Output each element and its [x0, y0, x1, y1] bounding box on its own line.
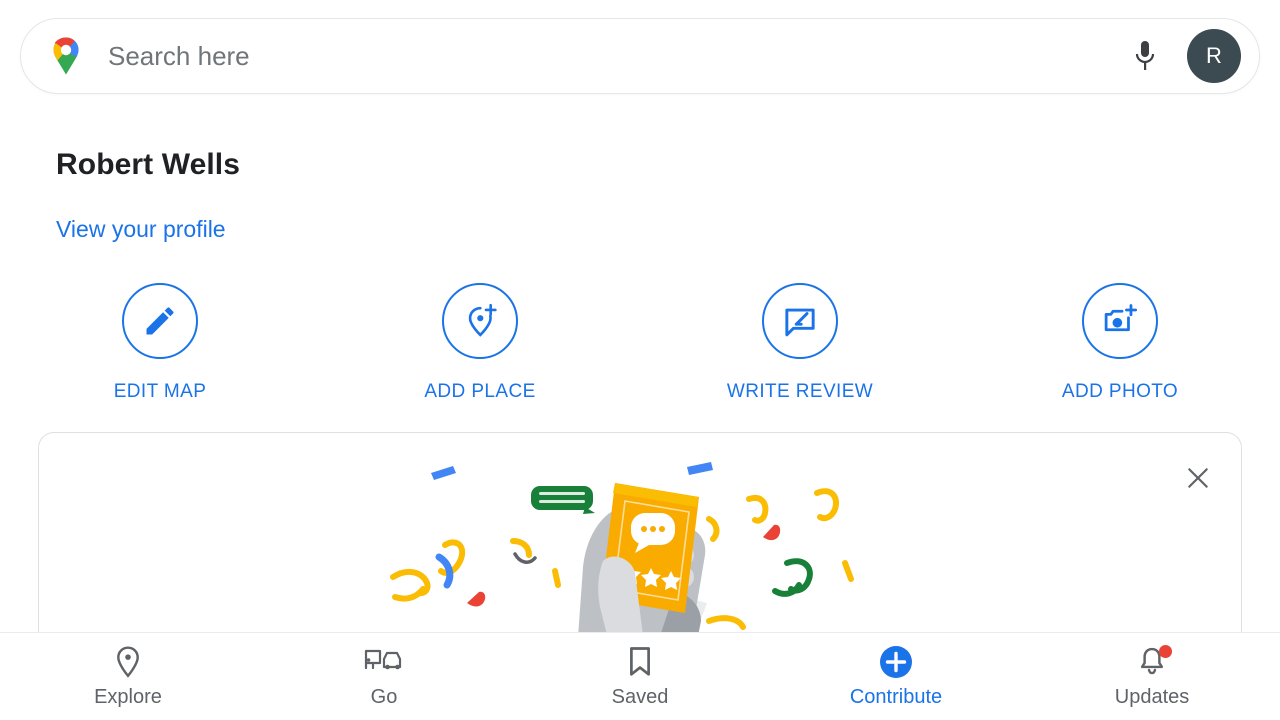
search-bar[interactable]: R	[20, 18, 1260, 94]
avatar[interactable]: R	[1187, 29, 1241, 83]
google-maps-contribute-screen: R Robert Wells View your profile EDIT MA…	[0, 0, 1280, 720]
nav-tab-explore[interactable]: Explore	[0, 633, 256, 720]
nav-tab-contribute[interactable]: Contribute	[768, 633, 1024, 720]
nav-label-explore: Explore	[94, 686, 162, 708]
view-profile-link[interactable]: View your profile	[56, 216, 226, 243]
updates-icon-wrap	[1137, 644, 1172, 680]
close-icon	[1188, 468, 1208, 488]
microphone-icon	[1135, 41, 1155, 70]
bookmark-icon	[630, 647, 650, 676]
edit-map-icon-circle	[122, 283, 198, 359]
review-bubble-icon	[785, 308, 815, 337]
add-place-pin-icon	[468, 303, 497, 337]
hand-holding-phone-review-confetti-illustration	[390, 462, 854, 651]
plus-circle-icon	[880, 646, 912, 678]
add-photo-icon-circle	[1082, 283, 1158, 359]
microphone-button[interactable]	[1125, 34, 1165, 78]
add-photo-button[interactable]: ADD PHOTO	[960, 283, 1280, 403]
updates-badge-dot	[1159, 645, 1172, 658]
page-title: Robert Wells	[56, 148, 241, 181]
add-place-icon-circle	[442, 283, 518, 359]
google-maps-pin-icon	[53, 37, 79, 75]
contribute-icon-wrap	[879, 644, 913, 680]
add-place-button[interactable]: ADD PLACE	[320, 283, 640, 403]
saved-icon-wrap	[627, 644, 653, 680]
avatar-initial: R	[1205, 43, 1223, 68]
edit-map-button[interactable]: EDIT MAP	[0, 283, 320, 403]
go-icon-wrap	[364, 644, 404, 680]
edit-map-label: EDIT MAP	[113, 381, 207, 402]
promo-card	[38, 432, 1242, 662]
explore-icon-wrap	[113, 644, 143, 680]
nav-tab-go[interactable]: Go	[256, 633, 512, 720]
add-photo-label: ADD PHOTO	[1061, 381, 1179, 402]
add-place-label: ADD PLACE	[424, 381, 536, 402]
nav-label-updates: Updates	[1114, 686, 1190, 708]
nav-label-contribute: Contribute	[849, 686, 943, 708]
commute-bus-car-icon	[364, 649, 402, 670]
nav-label-go: Go	[370, 686, 398, 708]
close-button[interactable]	[1177, 457, 1219, 499]
location-pin-icon	[117, 646, 139, 678]
bottom-navigation-bar: Explore Go Saved Contribute Updates	[0, 632, 1280, 720]
add-photo-camera-icon	[1104, 304, 1138, 332]
search-input[interactable]	[108, 40, 1125, 72]
nav-tab-saved[interactable]: Saved	[512, 633, 768, 720]
nav-label-saved: Saved	[611, 686, 669, 708]
write-review-label: WRITE REVIEW	[726, 381, 874, 402]
write-review-icon-circle	[762, 283, 838, 359]
write-review-button[interactable]: WRITE REVIEW	[640, 283, 960, 403]
pencil-icon	[146, 307, 174, 335]
nav-tab-updates[interactable]: Updates	[1024, 633, 1280, 720]
contribute-actions-row: EDIT MAP ADD PLACE WRITE REVIEW ADD PHOT…	[0, 283, 1280, 403]
